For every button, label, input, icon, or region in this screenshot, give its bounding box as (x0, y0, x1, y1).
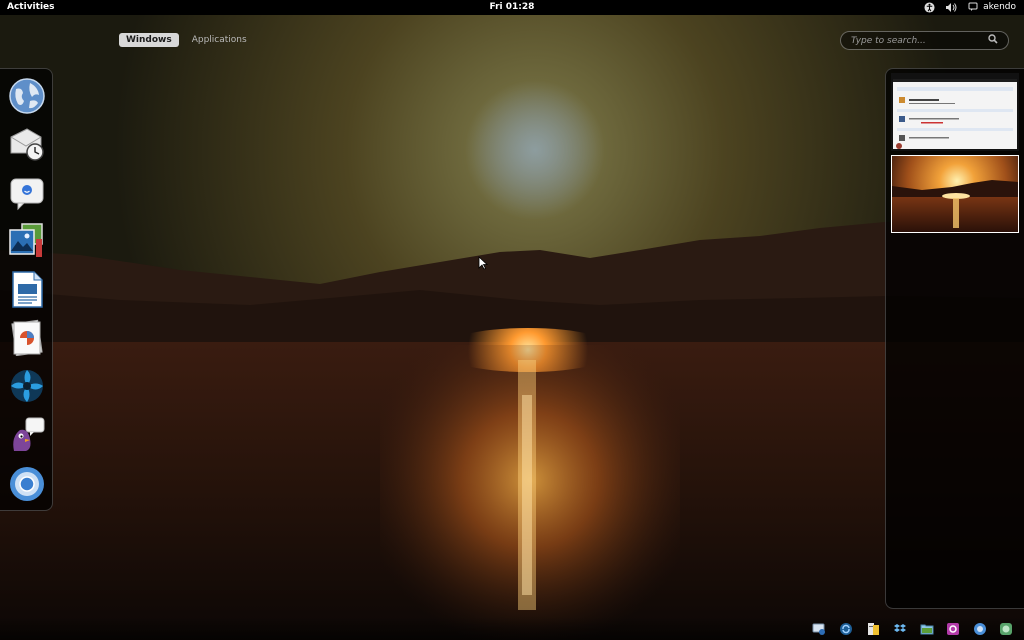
clock-button[interactable]: Fri 01:28 (490, 2, 535, 12)
tab-applications[interactable]: Applications (185, 33, 254, 47)
message-tray (0, 617, 1024, 640)
accessibility-icon[interactable] (923, 1, 935, 13)
chat-icon[interactable] (973, 621, 988, 636)
settings-icon[interactable] (946, 621, 961, 636)
sync-icon[interactable] (839, 621, 854, 636)
user-chat-icon (967, 1, 979, 13)
search-placeholder: Type to search... (851, 35, 926, 46)
mouse-pointer-icon (478, 255, 489, 270)
user-menu[interactable]: akendo (967, 1, 1016, 13)
pidgin-icon[interactable] (8, 415, 46, 453)
chromium-icon[interactable] (8, 465, 46, 503)
update-icon[interactable] (999, 621, 1014, 636)
top-panel: Activities Fri 01:28 akendo (0, 0, 1024, 15)
search-input[interactable]: Type to search... (840, 31, 1009, 50)
writer-document-icon[interactable] (8, 270, 46, 308)
workspace-1[interactable] (891, 73, 1019, 151)
clock-container: Fri 01:28 (0, 2, 1024, 12)
view-selector: Windows Applications (119, 33, 254, 47)
image-viewer-icon[interactable] (8, 221, 46, 259)
user-name: akendo (983, 2, 1016, 12)
notes-icon[interactable] (866, 621, 881, 636)
tab-windows[interactable]: Windows (119, 33, 179, 47)
empathy-chat-icon[interactable] (8, 174, 46, 212)
dropbox-icon[interactable] (893, 621, 908, 636)
workspace-2[interactable] (891, 155, 1019, 233)
web-browser-icon[interactable] (8, 77, 46, 115)
shutter-icon[interactable] (8, 367, 46, 405)
desktop-wallpaper (0, 0, 1024, 640)
activities-button[interactable]: Activities (7, 2, 55, 12)
presentation-icon[interactable] (8, 318, 46, 356)
volume-icon[interactable] (945, 1, 957, 13)
dash (0, 68, 53, 511)
mail-calendar-icon[interactable] (8, 125, 46, 163)
search-icon (988, 34, 998, 47)
network-icon[interactable] (812, 621, 827, 636)
status-area: akendo (923, 1, 1016, 13)
folder-icon[interactable] (920, 621, 935, 636)
workspace-switcher (885, 68, 1024, 609)
